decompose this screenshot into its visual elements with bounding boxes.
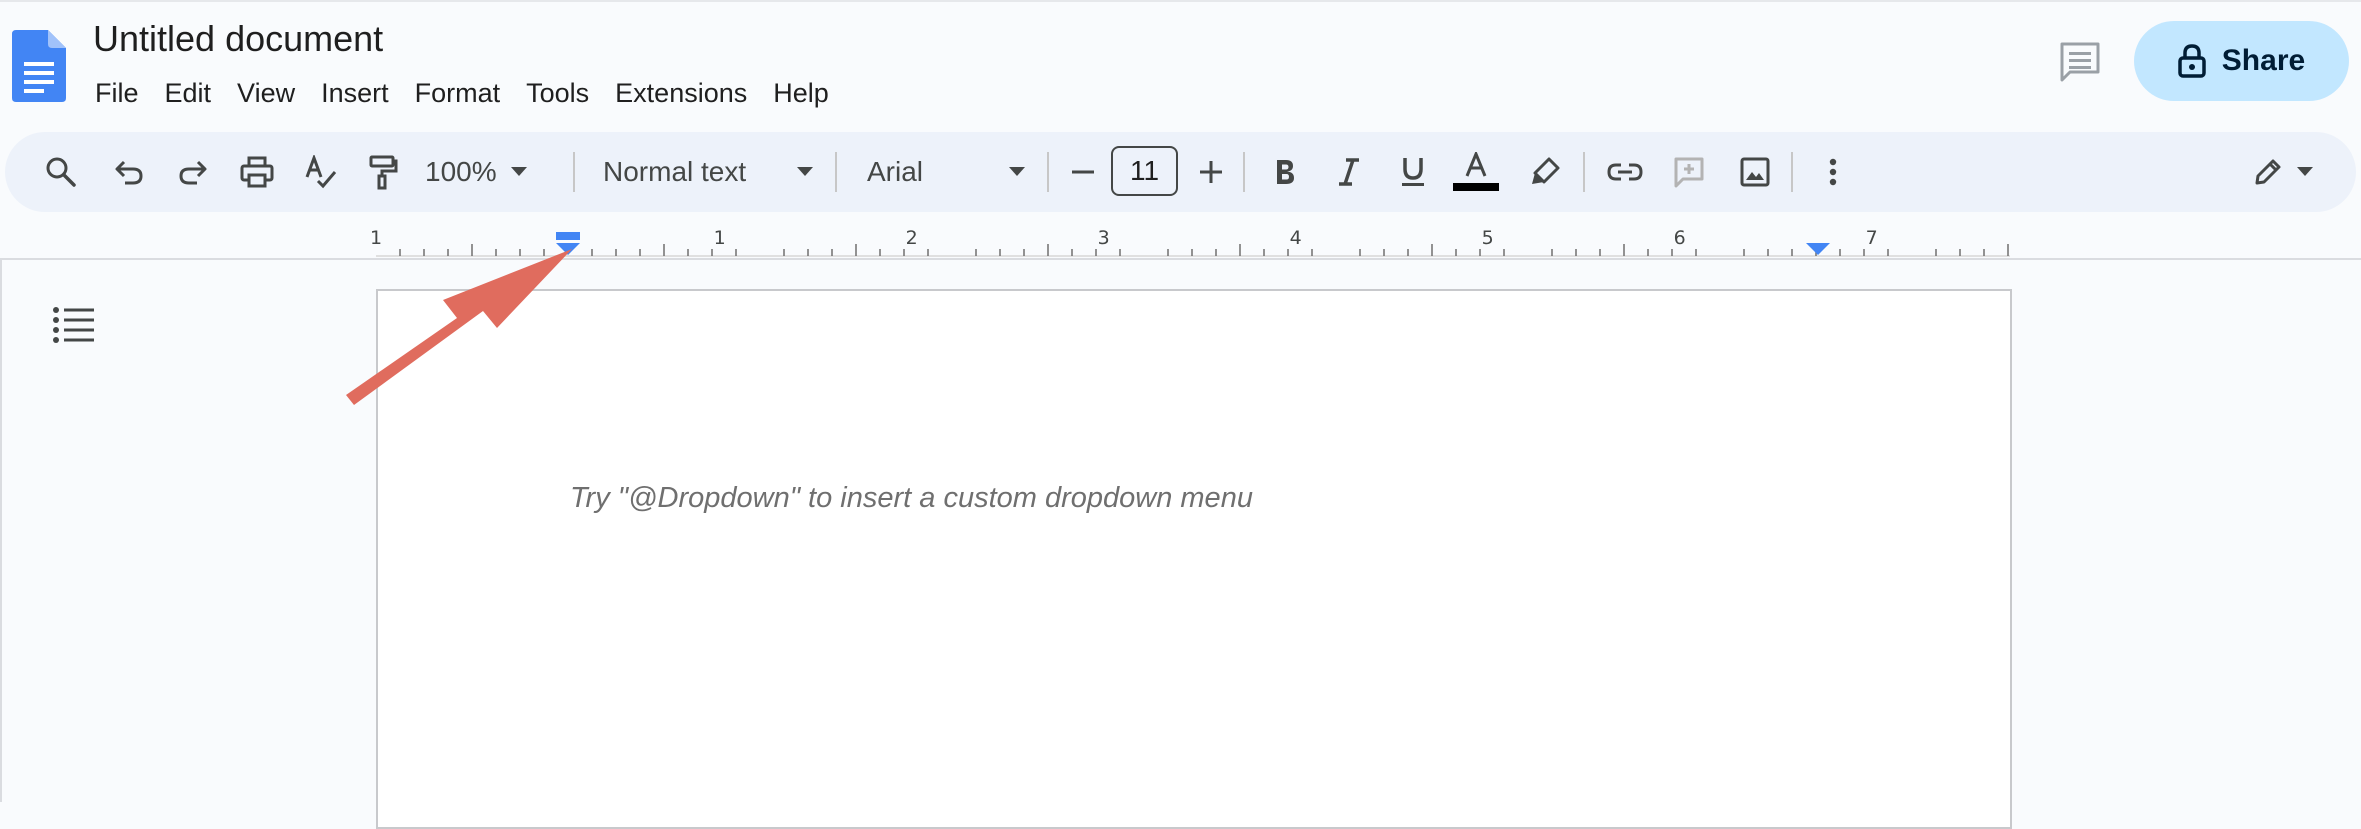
add-comment-icon [1674, 157, 1704, 188]
caret-down-icon [1009, 167, 1025, 176]
minus-icon [1072, 170, 1094, 174]
redo-icon [179, 160, 207, 185]
underline-icon [1402, 158, 1424, 186]
editing-mode-button[interactable] [2241, 132, 2325, 212]
caret-down-icon [510, 167, 527, 176]
ruler-label: 1 [714, 227, 726, 249]
search-menus-button[interactable] [35, 132, 87, 212]
first-line-indent-marker[interactable] [556, 232, 580, 240]
outline-list-icon[interactable] [52, 306, 96, 344]
share-button[interactable]: Share [2134, 21, 2349, 101]
ruler-label: 2 [906, 227, 918, 249]
redo-button[interactable] [167, 132, 219, 212]
top-border [0, 0, 2361, 2]
dropdown-hint-placeholder: Try "@Dropdown" to insert a custom dropd… [570, 482, 1253, 514]
toolbar-divider [835, 152, 837, 192]
menu-extensions[interactable]: Extensions [602, 73, 760, 113]
zoom-select[interactable]: 100% [425, 132, 555, 212]
paint-format-button[interactable] [357, 132, 409, 212]
menu-tools[interactable]: Tools [513, 73, 602, 113]
undo-icon [115, 160, 143, 185]
plus-icon [1200, 161, 1222, 183]
toolbar-divider [1243, 152, 1245, 192]
increase-font-size-button[interactable] [1189, 132, 1233, 212]
ruler-label: 6 [1674, 227, 1686, 249]
decrease-font-size-button[interactable] [1061, 132, 1105, 212]
print-button[interactable] [231, 132, 283, 212]
annotation-arrow [346, 249, 572, 405]
highlighter-icon [1532, 157, 1560, 184]
caret-down-icon [2297, 167, 2313, 176]
underline-button[interactable] [1387, 132, 1439, 212]
search-icon [46, 157, 76, 187]
edit-pencil-icon [2255, 159, 2281, 185]
more-options-button[interactable] [1813, 132, 1853, 212]
toolbar-divider [1047, 152, 1049, 192]
menu-help[interactable]: Help [760, 73, 842, 113]
font-size-input[interactable]: 11 [1111, 146, 1178, 196]
add-comment-button[interactable] [1663, 132, 1715, 212]
spellcheck-button[interactable] [295, 132, 347, 212]
toolbar-divider [1583, 152, 1585, 192]
document-page[interactable] [376, 289, 2012, 829]
font-value: Arial [867, 156, 924, 187]
menu-view[interactable]: View [224, 73, 308, 113]
bold-button[interactable] [1259, 132, 1311, 212]
document-title[interactable]: Untitled document [93, 18, 383, 60]
link-icon [1607, 163, 1643, 181]
italic-button[interactable] [1323, 132, 1375, 212]
insert-link-button[interactable] [1599, 132, 1651, 212]
menu-bar: File Edit View Insert Format Tools Exten… [82, 73, 842, 113]
text-color-button[interactable] [1451, 132, 1501, 212]
comment-icon[interactable] [2058, 40, 2102, 84]
spellcheck-icon [305, 155, 337, 189]
highlight-color-button[interactable] [1519, 132, 1571, 212]
undo-button[interactable] [103, 132, 155, 212]
more-vert-icon [1829, 158, 1837, 186]
paragraph-style-value: Normal text [603, 156, 747, 187]
menu-edit[interactable]: Edit [152, 73, 225, 113]
zoom-value: 100% [425, 156, 497, 187]
docs-logo-icon[interactable] [12, 30, 66, 102]
toolbar: 100% Normal text Arial [5, 132, 2356, 212]
ruler-label: 4 [1290, 227, 1302, 249]
insert-image-button[interactable] [1729, 132, 1781, 212]
menu-insert[interactable]: Insert [308, 73, 402, 113]
bold-icon [1277, 160, 1294, 184]
share-label: Share [2221, 44, 2306, 77]
image-icon [1740, 157, 1770, 187]
toolbar-divider [1791, 152, 1793, 192]
workspace-edge [0, 260, 2, 802]
right-indent-marker[interactable] [1806, 243, 1830, 255]
menu-file[interactable]: File [82, 73, 152, 113]
ruler-label: 3 [1098, 227, 1110, 249]
italic-icon [1339, 158, 1359, 186]
toolbar-divider [573, 152, 575, 192]
ruler-label: 7 [1866, 227, 1878, 249]
font-select[interactable]: Arial [867, 132, 1025, 212]
print-icon [240, 156, 274, 188]
ruler-label: 5 [1482, 227, 1494, 249]
lock-icon [2178, 44, 2206, 78]
text-color-icon [1453, 152, 1499, 191]
caret-down-icon [797, 167, 813, 176]
paint-format-icon [369, 155, 398, 190]
paragraph-style-select[interactable]: Normal text [603, 132, 813, 212]
menu-format[interactable]: Format [402, 73, 514, 113]
